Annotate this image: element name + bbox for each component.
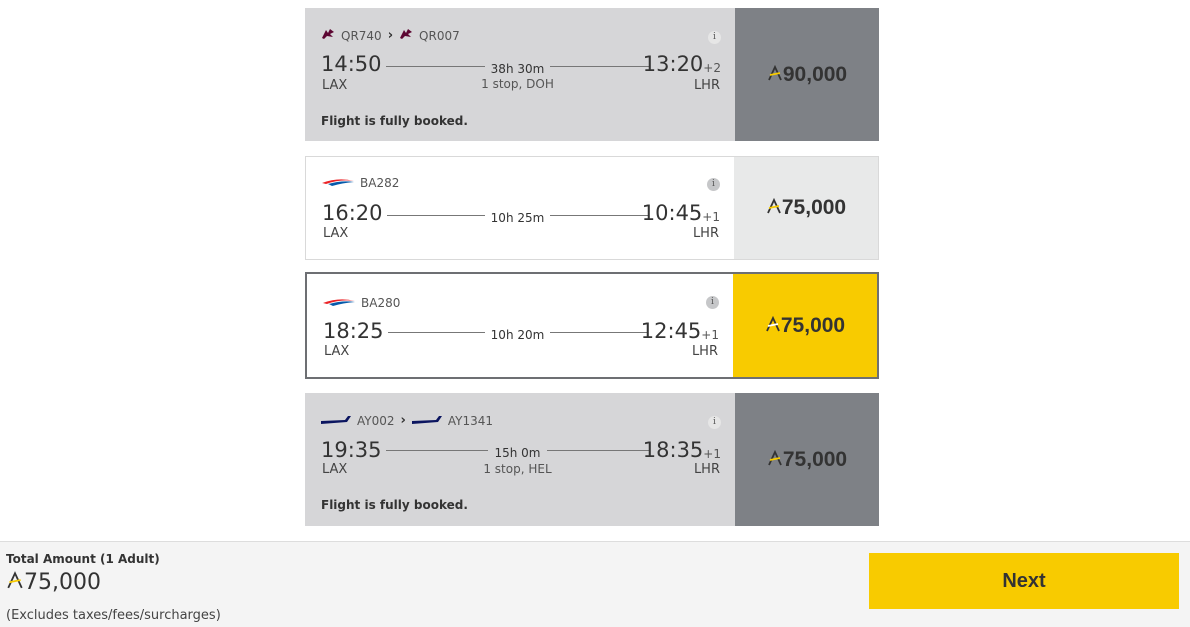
stops-info: 1 stop, HEL [483,462,552,476]
flight-info[interactable]: BA280 i 18:25 10h 20m 12:45+1 LAX LHR [307,274,733,377]
flight-numbers: AY002 › AY1341 [321,413,493,428]
british-airways-logo-icon [323,296,355,310]
avios-icon [765,314,781,338]
departure-airport: LAX [322,78,348,93]
arrival-airport: LHR [691,344,718,359]
departure-airport: LAX [323,226,349,241]
day-offset: +1 [703,447,721,461]
flight-card: QR740 › QR007 i 14:50 38h 30m 13:20+2 LA… [305,8,879,141]
info-icon[interactable]: i [706,296,719,309]
fully-booked-message: Flight is fully booked. [321,114,468,128]
excludes-note: (Excludes taxes/fees/surcharges) [6,608,221,623]
fully-booked-message: Flight is fully booked. [321,498,468,512]
flight-code: BA282 [360,176,400,190]
next-button[interactable]: Next [869,553,1179,609]
departure-airport: LAX [322,462,348,477]
flight-numbers: BA282 [322,176,399,190]
price-value: 90,000 [782,62,848,86]
departure-time: 14:50 [321,52,382,76]
info-icon[interactable]: i [708,416,721,429]
total-footer: Total Amount (1 Adult) 75,000 (Excludes … [0,541,1190,627]
british-airways-logo-icon [322,176,354,190]
price-value: 75,000 [782,447,848,471]
flight-card: AY002 › AY1341 i 19:35 15h 0m 18:35+1 LA… [305,393,879,526]
arrival-airport: LHR [693,462,720,477]
total-amount-label: Total Amount (1 Adult) [6,552,160,566]
flight-code: AY002 [357,413,395,428]
day-offset: +1 [701,328,719,342]
arrival-time: 10:45+1 [641,201,720,225]
finnair-logo-icon [411,414,442,428]
flight-info[interactable]: AY002 › AY1341 i 19:35 15h 0m 18:35+1 LA… [305,393,735,526]
day-offset: +1 [702,210,720,224]
stops-info: 1 stop, DOH [481,77,554,91]
flight-code: BA280 [361,296,401,310]
arrival-time: 12:45+1 [640,319,719,343]
departure-time: 18:25 [323,319,384,343]
flight-code: QR740 [341,28,382,43]
avios-icon [6,570,24,595]
flight-numbers: BA280 [323,296,400,310]
flight-code: QR007 [419,28,460,43]
finnair-logo-icon [321,414,351,428]
info-icon[interactable]: i [708,31,721,44]
arrival-time: 13:20+2 [642,52,721,76]
price-cell[interactable]: 90,000 [735,8,879,141]
price-cell[interactable]: 75,000 [733,274,877,377]
flight-duration: 38h 30m [484,62,551,76]
flight-duration: 10h 20m [484,328,551,342]
price-cell[interactable]: 75,000 [734,157,878,259]
flight-code: AY1341 [447,413,494,428]
arrival-airport: LHR [692,226,719,241]
flight-duration: 15h 0m [488,446,547,460]
avios-icon [767,63,783,87]
connection-arrow-icon: › [387,28,394,43]
price-value: 75,000 [780,313,846,337]
info-icon[interactable]: i [707,178,720,191]
avios-icon [766,196,782,220]
arrival-airport: LHR [693,78,720,93]
qatar-airways-logo-icon [399,28,413,43]
flight-card: BA282 i 16:20 10h 25m 10:45+1 LAX LHR 75… [305,156,879,260]
arrival-time: 18:35+1 [642,438,721,462]
price-value: 75,000 [781,196,847,219]
flight-info[interactable]: BA282 i 16:20 10h 25m 10:45+1 LAX LHR [306,157,734,259]
flight-numbers: QR740 › QR007 [321,28,460,43]
departure-airport: LAX [324,344,350,359]
departure-time: 19:35 [321,438,382,462]
total-amount-value: 75,000 [24,570,101,595]
avios-icon [767,448,783,472]
departure-time: 16:20 [322,201,383,225]
total-amount: 75,000 [6,570,101,595]
price-cell[interactable]: 75,000 [735,393,879,526]
day-offset: +2 [703,61,721,75]
flight-duration: 10h 25m [484,211,551,225]
connection-arrow-icon: › [400,413,406,428]
flight-info[interactable]: QR740 › QR007 i 14:50 38h 30m 13:20+2 LA… [305,8,735,141]
qatar-airways-logo-icon [321,28,335,43]
flight-card-selected: BA280 i 18:25 10h 20m 12:45+1 LAX LHR 75… [305,272,879,379]
